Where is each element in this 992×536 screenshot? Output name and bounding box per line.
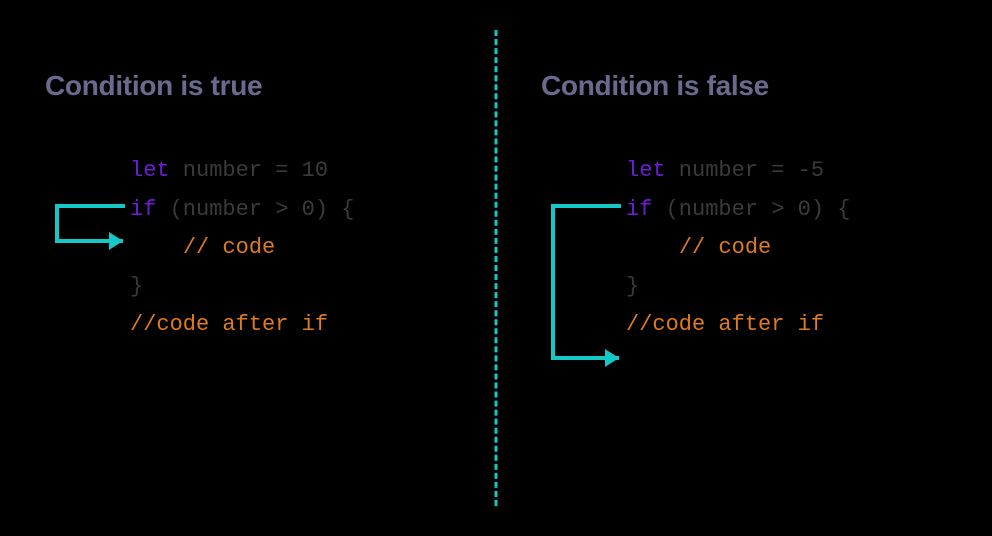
code-indent — [130, 235, 183, 260]
comment-code: // code — [679, 235, 771, 260]
left-code-area: let number = 10 if (number > 0) { // cod… — [130, 152, 451, 345]
comment-after-if: //code after if — [626, 312, 824, 337]
diagram-container: Condition is true let number = 10 if (nu… — [0, 0, 992, 536]
code-text: (number > 0) { — [652, 197, 850, 222]
right-arrow-icon — [541, 186, 636, 386]
right-code-line-4: } — [626, 268, 947, 307]
left-code-line-4: } — [130, 268, 451, 307]
code-indent — [626, 235, 679, 260]
keyword-let: let — [626, 158, 666, 183]
left-heading: Condition is true — [45, 70, 451, 102]
right-heading: Condition is false — [541, 70, 947, 102]
right-code-area: let number = -5 if (number > 0) { // cod… — [626, 152, 947, 345]
right-code-line-2: if (number > 0) { — [626, 191, 947, 230]
left-code-line-1: let number = 10 — [130, 152, 451, 191]
right-panel: Condition is false let number = -5 if (n… — [496, 0, 992, 536]
code-text: } — [130, 274, 143, 299]
code-text: number = -5 — [666, 158, 824, 183]
left-arrow-icon — [45, 186, 140, 266]
comment-code: // code — [183, 235, 275, 260]
left-code-line-2: if (number > 0) { — [130, 191, 451, 230]
comment-after-if: //code after if — [130, 312, 328, 337]
keyword-let: let — [130, 158, 170, 183]
right-code-line-1: let number = -5 — [626, 152, 947, 191]
left-code-line-6: //code after if — [130, 306, 451, 345]
code-text: number = 10 — [170, 158, 328, 183]
left-code-line-3: // code — [130, 229, 451, 268]
code-text: } — [626, 274, 639, 299]
right-code-line-6: //code after if — [626, 306, 947, 345]
code-text: (number > 0) { — [156, 197, 354, 222]
left-panel: Condition is true let number = 10 if (nu… — [0, 0, 496, 536]
keyword-if: if — [626, 197, 652, 222]
right-code-line-3: // code — [626, 229, 947, 268]
keyword-if: if — [130, 197, 156, 222]
